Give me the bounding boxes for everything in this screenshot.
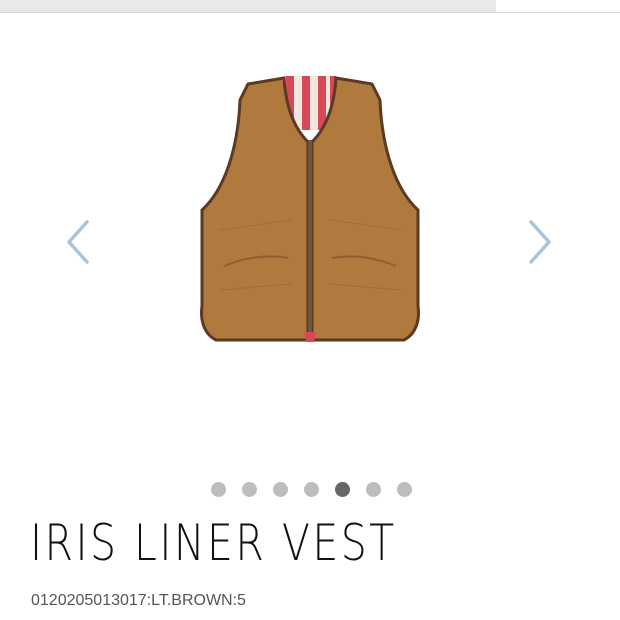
- carousel-dot[interactable]: [241, 482, 257, 497]
- top-bar-fill: [0, 0, 496, 12]
- chevron-right-icon: [529, 220, 551, 264]
- carousel-dot[interactable]: [396, 482, 412, 497]
- carousel-prev-button[interactable]: [58, 214, 98, 270]
- product-title: IRIS LINER VEST: [30, 514, 397, 572]
- product-image-carousel: [0, 14, 620, 504]
- carousel-pagination: [0, 482, 620, 497]
- carousel-dot[interactable]: [272, 482, 288, 497]
- carousel-dot-active[interactable]: [334, 482, 350, 497]
- carousel-next-button[interactable]: [520, 214, 560, 270]
- vest-image: [200, 76, 420, 342]
- chevron-left-icon: [67, 220, 89, 264]
- product-sku: 0120205013017:LT.BROWN:5: [31, 592, 246, 609]
- top-bar: [0, 0, 620, 13]
- carousel-dot[interactable]: [365, 482, 381, 497]
- carousel-dot[interactable]: [303, 482, 319, 497]
- carousel-dot[interactable]: [210, 482, 226, 497]
